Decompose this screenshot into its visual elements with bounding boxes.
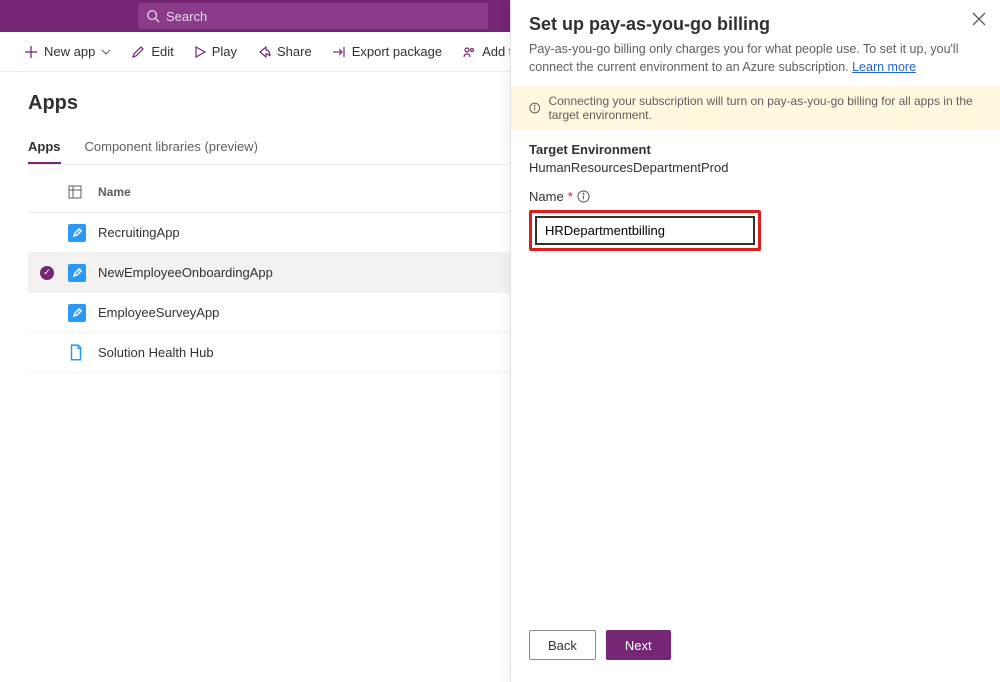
share-icon bbox=[257, 45, 271, 59]
tab-apps[interactable]: Apps bbox=[28, 131, 61, 164]
app-icon bbox=[68, 224, 86, 242]
plus-icon bbox=[24, 45, 38, 59]
health-icon bbox=[68, 344, 84, 362]
required-asterisk: * bbox=[568, 189, 573, 204]
play-icon bbox=[194, 46, 206, 58]
env-label: Target Environment bbox=[529, 142, 982, 157]
teams-icon bbox=[462, 45, 476, 59]
export-icon bbox=[332, 45, 346, 59]
panel-subtitle: Pay-as-you-go billing only charges you f… bbox=[529, 41, 982, 76]
name-input-highlight bbox=[529, 210, 761, 251]
edit-label: Edit bbox=[151, 44, 173, 59]
tab-component-libraries[interactable]: Component libraries (preview) bbox=[85, 131, 258, 164]
info-text: Connecting your subscription will turn o… bbox=[548, 94, 982, 122]
selected-check-icon: ✓ bbox=[40, 266, 54, 280]
app-icon bbox=[68, 304, 86, 322]
env-value: HumanResourcesDepartmentProd bbox=[529, 160, 982, 175]
export-button[interactable]: Export package bbox=[324, 36, 450, 68]
share-button[interactable]: Share bbox=[249, 36, 320, 68]
info-bar: Connecting your subscription will turn o… bbox=[511, 86, 1000, 130]
close-icon bbox=[972, 12, 986, 26]
close-button[interactable] bbox=[972, 12, 986, 29]
billing-panel: Set up pay-as-you-go billing Pay-as-you-… bbox=[510, 0, 1000, 682]
new-app-button[interactable]: New app bbox=[16, 36, 119, 68]
learn-more-link[interactable]: Learn more bbox=[852, 60, 916, 74]
panel-footer: Back Next bbox=[511, 618, 1000, 682]
info-icon[interactable] bbox=[577, 190, 590, 203]
export-label: Export package bbox=[352, 44, 442, 59]
panel-title: Set up pay-as-you-go billing bbox=[529, 14, 982, 35]
edit-button[interactable]: Edit bbox=[123, 36, 181, 68]
name-label: Name bbox=[529, 189, 564, 204]
chevron-down-icon bbox=[101, 47, 111, 57]
play-label: Play bbox=[212, 44, 237, 59]
pencil-icon bbox=[131, 45, 145, 59]
search-box[interactable] bbox=[138, 3, 488, 29]
back-button[interactable]: Back bbox=[529, 630, 596, 660]
search-input[interactable] bbox=[166, 9, 342, 24]
table-icon bbox=[68, 185, 82, 199]
new-app-label: New app bbox=[44, 44, 95, 59]
play-button[interactable]: Play bbox=[186, 36, 245, 68]
app-icon bbox=[68, 264, 86, 282]
search-icon bbox=[146, 9, 160, 23]
share-label: Share bbox=[277, 44, 312, 59]
next-button[interactable]: Next bbox=[606, 630, 671, 660]
name-input[interactable] bbox=[535, 216, 755, 245]
info-icon bbox=[529, 101, 540, 115]
